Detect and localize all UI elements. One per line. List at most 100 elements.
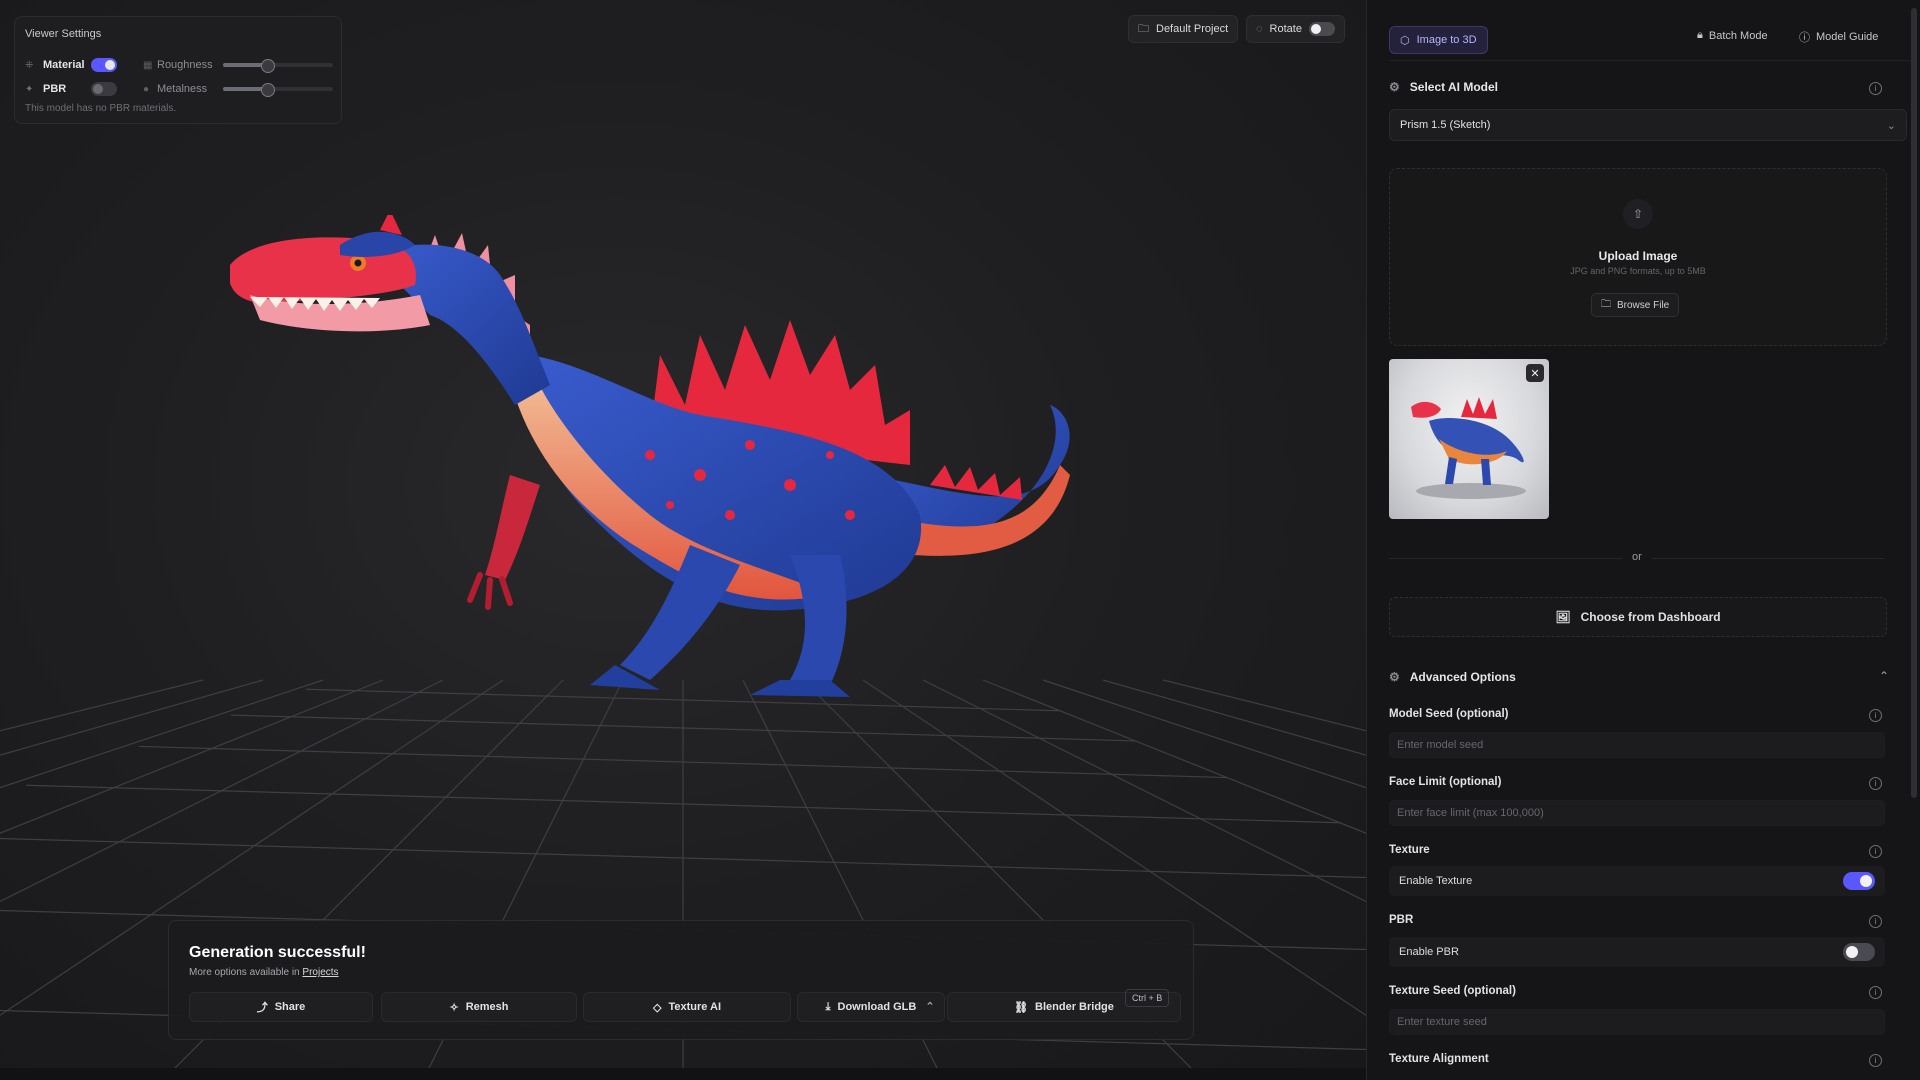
metalness-slider-thumb[interactable] bbox=[261, 83, 275, 97]
browse-file-label: Browse File bbox=[1617, 299, 1670, 311]
info-icon: ⓘ bbox=[1799, 32, 1810, 44]
upload-title: Upload Image bbox=[1598, 249, 1678, 263]
3d-viewport[interactable]: Viewer Settings ⁜ Material ✦ PBR ▦ Rough… bbox=[0, 0, 1366, 1080]
enable-pbr-row: Enable PBR bbox=[1389, 937, 1885, 967]
generation-title: Generation successful! bbox=[189, 944, 366, 961]
face-limit-label: Face Limit (optional) bbox=[1389, 776, 1502, 788]
model-select-value: Prism 1.5 (Sketch) bbox=[1400, 119, 1491, 131]
batch-mode-link[interactable]: 🔒︎ Batch Mode bbox=[1697, 29, 1768, 42]
pbr-section-label: PBR bbox=[1389, 914, 1414, 926]
bottom-strip bbox=[0, 1068, 1366, 1080]
sparkle-icon: ✦ bbox=[25, 83, 34, 95]
material-toggle[interactable] bbox=[91, 58, 117, 72]
info-icon[interactable]: i bbox=[1869, 82, 1882, 95]
model-select[interactable]: Prism 1.5 (Sketch) ⌄ bbox=[1389, 109, 1907, 141]
info-icon[interactable]: i bbox=[1869, 845, 1882, 858]
info-icon[interactable]: i bbox=[1869, 709, 1882, 722]
texture-label: Texture bbox=[1389, 844, 1430, 856]
generation-subtitle-text: More options available in bbox=[189, 967, 300, 978]
tab-image-to-3d[interactable]: ⬡ Image to 3D bbox=[1389, 26, 1488, 54]
blender-label: Blender Bridge bbox=[1035, 1001, 1114, 1013]
upload-dropzone[interactable]: ⇧ Upload Image JPG and PNG formats, up t… bbox=[1389, 168, 1887, 346]
roughness-label: Roughness bbox=[157, 59, 213, 71]
info-icon[interactable]: i bbox=[1869, 915, 1882, 928]
uploaded-image-thumbnail[interactable]: ✕ bbox=[1389, 359, 1549, 519]
remesh-button[interactable]: ✧ Remesh bbox=[381, 992, 577, 1022]
rotate-label: Rotate bbox=[1269, 23, 1302, 35]
model-guide-label: Model Guide bbox=[1816, 31, 1879, 43]
advanced-options-heading[interactable]: ⚙ Advanced Options bbox=[1389, 670, 1516, 684]
material-label: Material bbox=[43, 59, 85, 71]
cube-icon: ⬡ bbox=[1400, 34, 1410, 47]
divider bbox=[1389, 60, 1911, 61]
enable-texture-toggle[interactable] bbox=[1843, 872, 1875, 890]
download-label: Download GLB bbox=[837, 1001, 917, 1013]
roughness-control: ▦ Roughness bbox=[143, 57, 333, 73]
remesh-label: Remesh bbox=[465, 1001, 509, 1013]
roughness-icon: ▦ bbox=[143, 59, 153, 71]
tab-image-to-3d-label: Image to 3D bbox=[1416, 34, 1477, 46]
generation-sidebar: ⬡ Image to 3D 🔒︎ Batch Mode ⓘ Model Guid… bbox=[1366, 0, 1920, 1080]
share-button[interactable]: ⤴ Share bbox=[189, 992, 373, 1022]
pbr-toggle[interactable] bbox=[91, 82, 117, 96]
select-model-heading: ⚙ Select AI Model bbox=[1389, 80, 1498, 94]
share-icon: ⤴ bbox=[256, 1002, 268, 1014]
model-seed-input[interactable] bbox=[1389, 732, 1885, 758]
upload-hint: JPG and PNG formats, up to 5MB bbox=[1570, 266, 1706, 276]
gear-icon: ⚙ bbox=[1389, 80, 1400, 94]
viewer-settings-title: Viewer Settings bbox=[25, 28, 102, 40]
material-icon: ⁜ bbox=[25, 59, 34, 71]
project-button[interactable]: 🗀 Default Project bbox=[1128, 15, 1239, 43]
texture-seed-input[interactable] bbox=[1389, 1009, 1885, 1035]
chevron-up-icon: ⌃ bbox=[925, 1000, 935, 1013]
pbr-label: PBR bbox=[43, 83, 67, 95]
roughness-slider[interactable] bbox=[223, 59, 333, 73]
texture-seed-label: Texture Seed (optional) bbox=[1389, 985, 1516, 997]
metalness-control: ● Metalness bbox=[143, 81, 333, 97]
model-seed-label: Model Seed (optional) bbox=[1389, 708, 1509, 720]
thumbnail-dinosaur-image bbox=[1411, 397, 1526, 499]
remove-image-button[interactable]: ✕ bbox=[1526, 364, 1544, 382]
chevron-up-icon[interactable]: ⌃ bbox=[1879, 669, 1889, 683]
enable-pbr-toggle[interactable] bbox=[1843, 943, 1875, 961]
rotate-toggle[interactable] bbox=[1308, 22, 1335, 36]
advanced-options-label: Advanced Options bbox=[1409, 670, 1516, 684]
browse-file-button[interactable]: 🗀 Browse File bbox=[1591, 293, 1680, 317]
select-model-label: Select AI Model bbox=[1409, 80, 1499, 94]
share-label: Share bbox=[274, 1001, 306, 1013]
sparkle-icon: ✧ bbox=[449, 1001, 459, 1014]
bridge-icon: ⛓ bbox=[1014, 1001, 1029, 1014]
sidebar-scrollbar[interactable] bbox=[1911, 8, 1917, 798]
generation-result-panel: Generation successful! More options avai… bbox=[168, 920, 1194, 1040]
metalness-slider[interactable] bbox=[223, 83, 333, 97]
shortcut-badge: Ctrl + B bbox=[1125, 989, 1170, 1007]
texture-ai-button[interactable]: ◇ Texture AI bbox=[583, 992, 791, 1022]
texture-icon: ◇ bbox=[652, 1001, 662, 1014]
pbr-note: This model has no PBR materials. bbox=[25, 103, 177, 114]
choose-from-dashboard-button[interactable]: 🖼︎ Choose from Dashboard bbox=[1389, 597, 1887, 637]
rotate-icon: ◌ bbox=[1256, 23, 1263, 35]
face-limit-input[interactable] bbox=[1389, 800, 1885, 826]
chevron-down-icon: ⌄ bbox=[1886, 119, 1896, 132]
download-options-button[interactable]: ⌃ bbox=[917, 992, 943, 1020]
roughness-slider-thumb[interactable] bbox=[261, 59, 275, 73]
info-icon[interactable]: i bbox=[1869, 1054, 1882, 1067]
info-icon[interactable]: i bbox=[1869, 777, 1882, 790]
material-row: ⁜ Material bbox=[25, 57, 117, 73]
metalness-icon: ● bbox=[143, 83, 150, 95]
info-icon[interactable]: i bbox=[1869, 986, 1882, 999]
image-icon: 🖼︎ bbox=[1555, 610, 1571, 624]
texture-alignment-label: Texture Alignment bbox=[1389, 1053, 1489, 1065]
dinosaur-model[interactable] bbox=[230, 215, 1130, 915]
texture-ai-label: Texture AI bbox=[668, 1001, 722, 1013]
projects-link[interactable]: Projects bbox=[302, 967, 338, 978]
upload-icon: ⇧ bbox=[1623, 199, 1653, 229]
or-text: or bbox=[1622, 551, 1652, 563]
enable-pbr-label: Enable PBR bbox=[1399, 946, 1459, 958]
gear-icon: ⚙ bbox=[1389, 670, 1400, 684]
project-label: Default Project bbox=[1156, 23, 1229, 35]
model-guide-link[interactable]: ⓘ Model Guide bbox=[1799, 29, 1878, 45]
enable-texture-label: Enable Texture bbox=[1399, 875, 1473, 887]
batch-mode-label: Batch Mode bbox=[1708, 29, 1768, 42]
close-icon: ✕ bbox=[1530, 367, 1540, 380]
